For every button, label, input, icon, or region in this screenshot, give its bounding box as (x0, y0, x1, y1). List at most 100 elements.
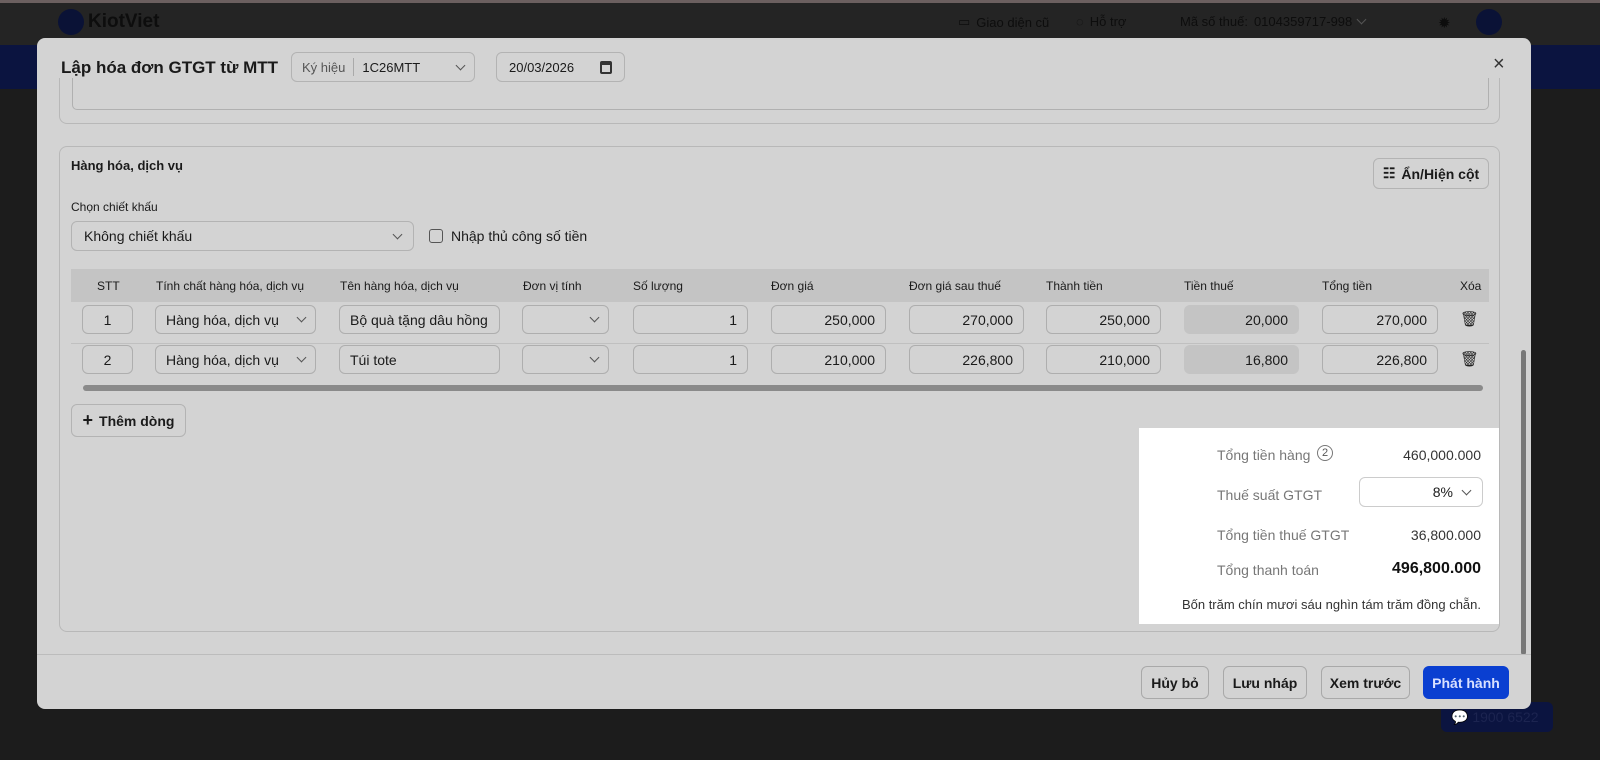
avatar[interactable] (1476, 9, 1502, 35)
price-after-tax-input[interactable]: 226,800 (909, 345, 1024, 374)
price-after-tax-input-value: 270,000 (962, 311, 1013, 328)
subtotal-label: Tổng tiền hàng (1217, 447, 1311, 463)
type-select[interactable]: Hàng hóa, dịch vụ (155, 305, 316, 334)
unit-select[interactable] (522, 345, 609, 374)
delete-row-icon[interactable]: 🗑 (1460, 310, 1479, 328)
vat-rate-label: Thuế suất GTGT (1217, 487, 1323, 503)
chevron-down-icon (455, 60, 466, 70)
col-price: Đơn giá (771, 279, 814, 293)
chevron-down-icon (296, 312, 307, 323)
price-after-tax-input[interactable]: 270,000 (909, 305, 1024, 334)
chevron-down-icon (589, 352, 600, 363)
tax-field: 20,000 (1184, 305, 1299, 334)
quantity-input-value: 1 (729, 311, 737, 328)
vat-amount-value: 36,800.000 (1410, 527, 1481, 543)
name-input-value: Bộ quà tặng dâu hồng (350, 311, 488, 328)
preview-button[interactable]: Xem trước (1321, 666, 1410, 699)
old-ui-link[interactable]: ▭ Giao diện cũ (958, 14, 1049, 30)
grand-total-label: Tổng thanh toán (1217, 562, 1319, 578)
logo-icon (58, 9, 84, 35)
add-row-button[interactable]: + Thêm dòng (71, 404, 186, 437)
total-input[interactable]: 270,000 (1322, 305, 1438, 334)
name-input-value: Túi tote (350, 351, 397, 368)
col-name: Tên hàng hóa, dịch vụ (340, 279, 459, 293)
subtotal-value: 460,000.000 (1403, 447, 1481, 463)
brand-logo[interactable]: KiotViet (58, 9, 159, 35)
close-icon[interactable]: × (1493, 53, 1505, 76)
gear-icon[interactable]: ✹ (1438, 14, 1451, 32)
col-unit: Đơn vị tính (523, 279, 582, 293)
tax-code-dropdown[interactable]: Mã số thuế: 0104359717-998 (1180, 14, 1367, 29)
grand-total-value: 496,800.000 (1392, 560, 1481, 577)
type-select-value: Hàng hóa, dịch vụ (166, 311, 279, 328)
support-link[interactable]: ◌ Hỗ trợ (1076, 14, 1126, 29)
stt-field-value: 1 (103, 311, 112, 328)
summary-panel: Tổng tiền hàng 2 460,000.000 Thuế suất G… (1139, 428, 1499, 624)
chevron-down-icon (392, 229, 403, 239)
amount-in-words: Bốn trăm chín mươi sáu nghìn tám trăm đồ… (1181, 597, 1481, 612)
name-input[interactable]: Bộ quà tặng dâu hồng (339, 305, 500, 334)
type-select[interactable]: Hàng hóa, dịch vụ (155, 345, 316, 374)
price-input[interactable]: 210,000 (771, 345, 886, 374)
col-type: Tính chất hàng hóa, dịch vụ (156, 279, 305, 293)
amount-input-value: 250,000 (1099, 311, 1150, 328)
chevron-down-icon (1461, 485, 1472, 495)
vertical-scrollbar[interactable] (1521, 350, 1526, 655)
manual-amount-label: Nhập thủ công số tiền (451, 228, 588, 244)
chevron-down-icon (589, 312, 600, 323)
vat-rate-select[interactable]: 8% (1359, 477, 1483, 507)
name-input[interactable]: Túi tote (339, 345, 500, 374)
discount-label: Chọn chiết khấu (71, 200, 158, 214)
modal-title: Lập hóa đơn GTGT từ MTT (61, 58, 279, 77)
col-total: Tổng tiền (1322, 279, 1373, 293)
cancel-button[interactable]: Hủy bỏ (1141, 666, 1209, 699)
price-after-tax-input-value: 226,800 (962, 351, 1013, 368)
price-input-value: 250,000 (824, 311, 875, 328)
price-input[interactable]: 250,000 (771, 305, 886, 334)
tax-field-value: 16,800 (1245, 351, 1288, 368)
total-input-value: 270,000 (1376, 311, 1427, 328)
total-input-value: 226,800 (1376, 351, 1427, 368)
stt-field-value: 2 (103, 351, 112, 368)
col-tax: Tiền thuế (1184, 279, 1234, 293)
manual-amount-checkbox[interactable] (429, 229, 443, 243)
issue-button[interactable]: Phát hành (1423, 666, 1509, 699)
horizontal-scrollbar[interactable] (83, 385, 1483, 391)
quantity-input[interactable]: 1 (633, 305, 748, 334)
save-draft-button[interactable]: Lưu nháp (1223, 666, 1307, 699)
note-card (59, 78, 1500, 124)
plus-icon: + (82, 410, 94, 430)
vat-amount-label: Tổng tiền thuế GTGT (1217, 527, 1350, 543)
col-qty: Số lượng (633, 279, 683, 293)
stt-field: 2 (82, 345, 133, 374)
quantity-input[interactable]: 1 (633, 345, 748, 374)
delete-row-icon[interactable]: 🗑 (1460, 350, 1479, 368)
chat-icon: ◌ (1076, 14, 1084, 29)
table-header: STT Tính chất hàng hóa, dịch vụ Tên hàng… (71, 269, 1489, 302)
col-amount: Thành tiền (1046, 279, 1103, 293)
stt-field: 1 (82, 305, 133, 334)
price-input-value: 210,000 (824, 351, 875, 368)
create-invoice-modal: Lập hóa đơn GTGT từ MTT Ký hiệu 1C26MTT 2… (37, 38, 1531, 709)
tax-field: 16,800 (1184, 345, 1299, 374)
col-stt: STT (97, 279, 120, 293)
quantity-input-value: 1 (729, 351, 737, 368)
type-select-value: Hàng hóa, dịch vụ (166, 351, 279, 368)
columns-icon: ☷ (1382, 165, 1396, 181)
goods-title: Hàng hóa, dịch vụ (71, 158, 183, 173)
chevron-down-icon (296, 352, 307, 363)
col-price-after-tax: Đơn giá sau thuế (909, 279, 1001, 293)
amount-input[interactable]: 210,000 (1046, 345, 1161, 374)
amount-input[interactable]: 250,000 (1046, 305, 1161, 334)
calendar-icon (600, 60, 612, 74)
col-delete: Xóa (1460, 279, 1482, 293)
amount-input-value: 210,000 (1099, 351, 1150, 368)
note-textarea[interactable] (72, 78, 1489, 110)
total-input[interactable]: 226,800 (1322, 345, 1438, 374)
unit-select[interactable] (522, 305, 609, 334)
discount-select[interactable]: Không chiết khấu (71, 221, 414, 251)
chevron-down-icon (1356, 14, 1367, 25)
toggle-columns-button[interactable]: ☷ Ẩn/Hiện cột (1373, 158, 1489, 189)
tax-field-value: 20,000 (1245, 311, 1288, 328)
item-count-badge: 2 (1317, 445, 1333, 461)
